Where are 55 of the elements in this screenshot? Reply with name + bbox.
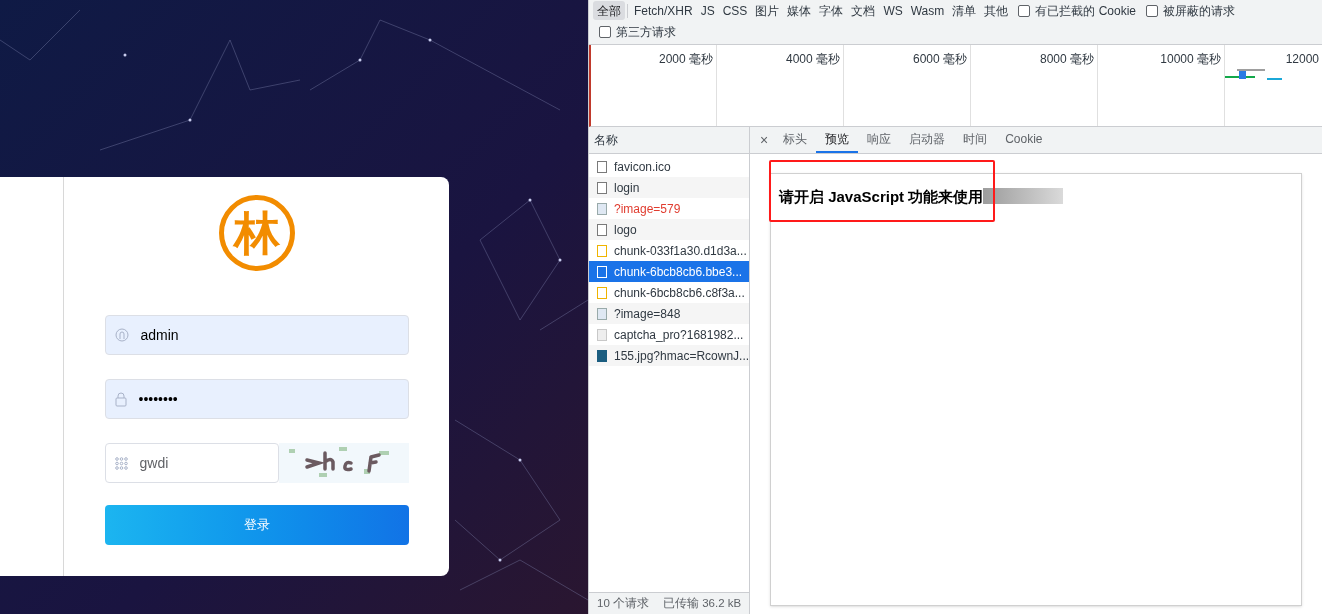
tab[interactable]: 启动器 [900,127,955,153]
filter-button[interactable]: 全部 [593,1,625,20]
checkbox[interactable] [1146,4,1158,17]
document-icon [597,223,607,236]
checkbox-label: 被屏蔽的请求 [1163,2,1235,20]
captcha-image[interactable] [278,443,409,483]
keypad-icon [114,456,128,470]
filter-button[interactable]: Wasm [906,1,949,20]
tick-label: 12000 [1285,51,1319,65]
script-icon [597,244,607,257]
tab[interactable]: 响应 [858,127,901,153]
request-row[interactable]: logo [589,219,749,240]
user-icon [114,328,129,342]
request-row[interactable]: login [589,177,749,198]
close-button[interactable]: × [754,127,775,153]
filter-button[interactable]: JS [696,1,719,20]
filter-button[interactable]: 清单 [948,1,981,20]
status-text: 已传输 36.2 kB [663,595,742,611]
status-text: 10 个请求 [597,595,649,611]
column-header: 名称 [594,132,618,149]
lock-icon [114,391,127,407]
request-row[interactable]: chunk-6bcb8cb6.bbe3... [589,261,749,282]
filter-button[interactable]: Fetch/XHR [630,1,697,20]
checkbox-label: 有已拦截的 Cookie [1035,2,1136,20]
tick-label: 10000 毫秒 [1160,51,1221,65]
request-row[interactable]: ?image=848 [589,303,749,324]
script-icon [597,286,607,299]
media-icon [597,349,607,362]
checkbox-label: 第三方请求 [616,24,676,41]
tick-label: 4000 毫秒 [785,51,840,65]
tick-label: 6000 毫秒 [912,51,967,65]
tick-label: 8000 毫秒 [1039,51,1094,65]
checkbox[interactable] [599,26,611,38]
filter-button[interactable]: 字体 [815,1,848,20]
filter-button[interactable]: 其他 [980,1,1013,20]
filter-button[interactable]: CSS [718,1,752,20]
document-icon [597,160,607,173]
checkbox[interactable] [1018,4,1031,17]
request-row[interactable]: 155.jpg?hmac=RcownJ... [589,345,749,366]
logo: 林 [218,195,295,271]
tab[interactable]: 标头 [774,127,817,153]
tab[interactable]: Cookie [996,127,1052,153]
filter-button[interactable]: 图片 [751,1,784,20]
tab[interactable]: 时间 [954,127,997,153]
captcha-field[interactable]: gwdi [104,443,279,483]
document-icon [597,181,607,194]
file-icon [597,328,607,341]
tick-label: 2000 毫秒 [658,51,713,65]
filter-button[interactable]: 文档 [847,1,880,20]
waterfall-bars [1225,69,1283,81]
filter-button[interactable]: WS [879,1,907,20]
username-field[interactable]: admin [104,315,409,355]
preview-message: 请开启 JavaScript 功能来使用 [779,187,984,207]
password-field[interactable]: •••••••• [104,379,409,419]
filter-button[interactable]: 媒体 [783,1,816,20]
